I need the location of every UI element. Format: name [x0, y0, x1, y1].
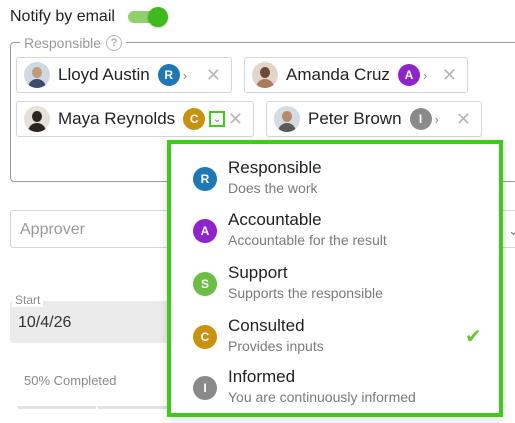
chevron-right-icon[interactable]: › [423, 68, 427, 83]
role-option-description: Accountable for the result [228, 232, 387, 248]
role-option-responsible[interactable]: R Responsible Does the work [171, 154, 499, 206]
progress-label: 50% Completed [24, 373, 117, 388]
start-date-value: 10/4/26 [18, 314, 72, 331]
close-icon[interactable]: ✕ [206, 66, 221, 84]
close-icon[interactable]: ✕ [456, 110, 471, 128]
role-option-title: Responsible [228, 158, 322, 177]
role-badge[interactable]: I [409, 108, 432, 130]
role-option-support[interactable]: S Support Supports the responsible [171, 259, 499, 311]
chevron-down-icon[interactable]: ⌄ [508, 223, 515, 239]
role-badge[interactable]: R [157, 64, 180, 86]
chevron-down-icon[interactable]: ⌄ [209, 111, 226, 127]
role-option-accountable[interactable]: A Accountable Accountable for the result [171, 206, 499, 258]
role-option-title: Accountable [228, 210, 322, 229]
chevron-right-icon[interactable]: › [435, 112, 439, 127]
role-option-title: Informed [228, 367, 296, 386]
assignee-chip-amanda-cruz[interactable]: Amanda Cruz A › ✕ [244, 57, 468, 93]
notify-email-row: Notify by email [10, 6, 115, 28]
notify-email-label: Notify by email [10, 8, 115, 25]
progress-divider [96, 406, 98, 409]
assignee-name: Peter Brown [308, 109, 402, 128]
avatar [274, 106, 300, 132]
responsible-label: Responsible [24, 35, 102, 51]
role-badge: I [193, 376, 217, 400]
role-option-description: Does the work [228, 180, 318, 196]
role-option-description: Supports the responsible [228, 285, 383, 301]
responsible-legend: Responsible ? [20, 34, 127, 52]
role-option-description: Provides inputs [228, 338, 324, 354]
help-icon[interactable]: ? [106, 35, 123, 51]
role-option-description: You are continuously informed [228, 389, 416, 405]
role-dropdown-menu: R Responsible Does the work A Accountabl… [167, 140, 503, 417]
assignee-chip-maya-reynolds[interactable]: Maya Reynolds C ⌄ ✕ [16, 101, 254, 137]
role-option-title: Support [228, 263, 288, 282]
role-badge[interactable]: A [397, 64, 420, 86]
role-option-consulted[interactable]: C Consulted Provides inputs ✔ [171, 312, 499, 364]
assignee-name: Amanda Cruz [286, 65, 390, 84]
avatar [252, 62, 278, 88]
role-badge[interactable]: C [183, 108, 206, 130]
role-badge: A [193, 219, 217, 243]
close-icon[interactable]: ✕ [228, 110, 243, 128]
avatar [24, 106, 50, 132]
toggle-knob [148, 7, 168, 27]
assignee-chip-lloyd-austin[interactable]: Lloyd Austin R › ✕ [16, 57, 232, 93]
approver-placeholder: Approver [20, 221, 85, 238]
role-option-title: Consulted [228, 316, 305, 335]
progress-bar[interactable] [18, 406, 178, 409]
notify-email-toggle[interactable] [128, 7, 168, 27]
role-option-informed[interactable]: I Informed You are continuously informed [171, 363, 499, 415]
assignee-name: Maya Reynolds [58, 109, 176, 128]
role-badge: R [193, 167, 217, 191]
assignee-chip-peter-brown[interactable]: Peter Brown I › ✕ [266, 101, 482, 137]
close-icon[interactable]: ✕ [442, 66, 457, 84]
role-badge: S [193, 272, 217, 296]
assignee-name: Lloyd Austin [58, 65, 150, 84]
chevron-right-icon[interactable]: › [183, 68, 187, 83]
start-date-label: Start [12, 293, 44, 307]
avatar [24, 62, 50, 88]
check-icon: ✔ [465, 326, 482, 348]
role-badge: C [193, 325, 217, 349]
